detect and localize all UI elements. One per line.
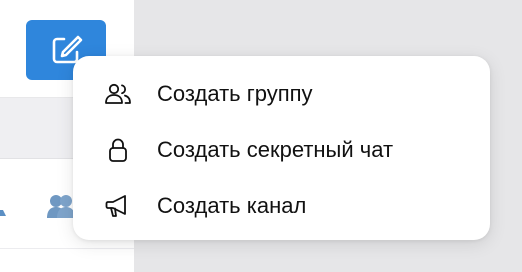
person-icon[interactable] [0, 192, 10, 222]
create-secret-chat-item[interactable]: Создать секретный чат [73, 126, 490, 174]
create-channel-item[interactable]: Создать канал [73, 182, 490, 230]
lock-icon [103, 137, 133, 163]
megaphone-icon [103, 193, 133, 219]
sidebar-divider [0, 248, 134, 249]
create-secret-chat-label: Создать секретный чат [157, 137, 394, 162]
create-group-label: Создать группу [157, 81, 313, 106]
group-icon [103, 81, 133, 107]
create-group-item[interactable]: Создать группу [73, 70, 490, 118]
new-chat-menu: Создать группу Создать секретный чат Соз… [73, 56, 490, 240]
create-channel-label: Создать канал [157, 193, 307, 218]
